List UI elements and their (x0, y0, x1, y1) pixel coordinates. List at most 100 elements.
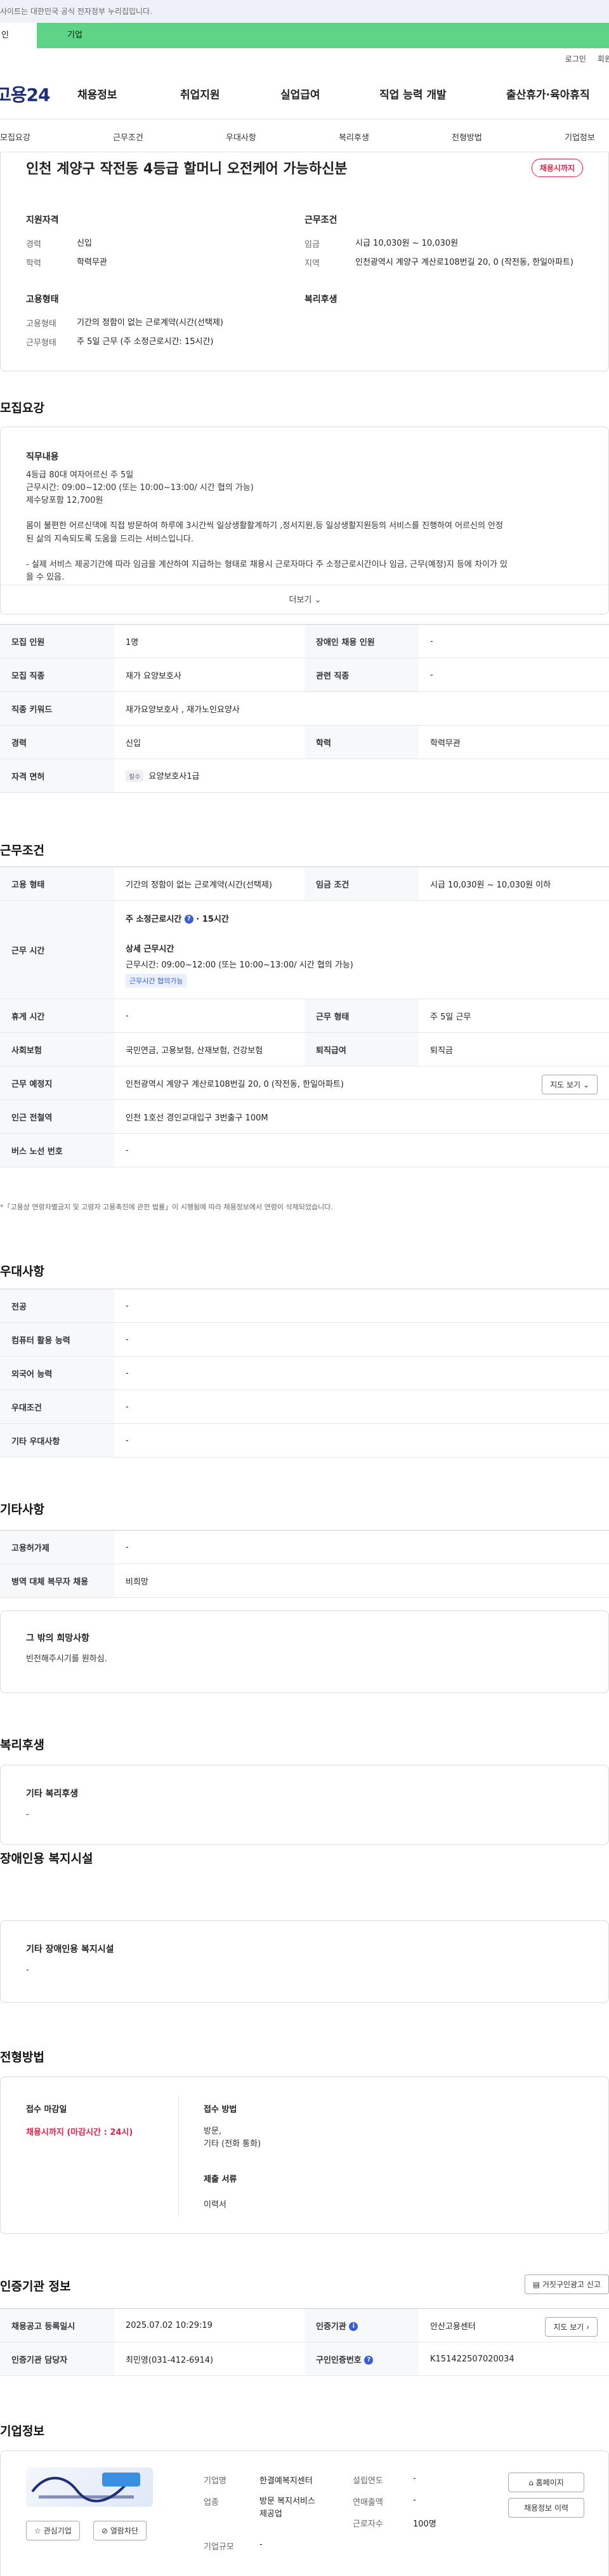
cond-label: 임금 (304, 240, 320, 249)
row-value: - (114, 1423, 609, 1457)
row-label: 경력 (0, 725, 114, 759)
divider (178, 2096, 179, 2217)
login-link[interactable]: 로그인 (565, 53, 586, 64)
duty-text: 4등급 80대 여자어르신 주 5일 근무시간: 09:00~12:00 (또는… (26, 469, 584, 584)
row-value: 비희망 (114, 1564, 609, 1598)
row-label: 관련 직종 (304, 658, 419, 692)
sales-label: 연매출액 (353, 2498, 383, 2507)
help-icon[interactable]: i (349, 2322, 358, 2331)
job-title: 인천 계양구 작전동 4등급 할머니 오전케어 가능하신분 (26, 161, 348, 177)
duty-line: - 실제 서비스 제공기간에 따라 임금을 계산하여 지급하는 형태로 채용시 … (26, 559, 508, 569)
qualification-block: 지원자격 경력 신입 학력 학력무관 (26, 213, 304, 275)
map-button[interactable]: 지도 보기 ⌄ (542, 1075, 598, 1094)
user-segment-bar: 인 기업 (0, 23, 609, 48)
gnb-item-unemployment-benefit[interactable]: 실업급여 (280, 86, 379, 102)
emp-label: 고용형태 (26, 319, 56, 329)
place-cell: 인천광역시 계양구 계산로108번길 20, 0 (작전동, 한일아파트) 지도 … (114, 1066, 609, 1100)
more-button[interactable]: 더보기 ⌄ (1, 585, 608, 614)
tab-company[interactable]: 기업정보 (565, 131, 595, 143)
section-title-welfare: 복리후생 (0, 1738, 44, 1752)
row-label: 학력 (304, 725, 419, 759)
report-button[interactable]: ▤ 거짓구인광고 신고 (524, 2274, 609, 2294)
tab-welfare[interactable]: 복리후생 (339, 131, 369, 143)
block-label: 열람차단 (110, 2526, 139, 2535)
tab-screening[interactable]: 전형방법 (452, 131, 482, 143)
size-label: 기업규모 (204, 2542, 234, 2552)
employment-block: 고용형태 고용형태 기간의 정함이 없는 근로계약(시간(선택제) 근무형태 주 5… (26, 293, 304, 354)
hope-title: 그 밖의 희망사항 (26, 1633, 89, 1643)
table-row: 자격 면허 필수 요양보호사1급 (0, 759, 609, 793)
qual-label: 경력 (26, 240, 41, 249)
row-value: K151422507020034 (419, 2342, 609, 2376)
segment-individual-tab[interactable]: 인 (0, 23, 37, 48)
size-value: - (259, 2540, 263, 2549)
status-badge: 채용시까지 (531, 158, 583, 177)
company-name-value: 한결예복지센터 (259, 2476, 313, 2486)
table-row: 근무 예정지 인천광역시 계양구 계산로108번길 20, 0 (작전동, 한일아… (0, 1066, 609, 1100)
required-chip: 필수 (126, 770, 144, 782)
global-navigation: 고용24 채용정보 취업지원 실업급여 직업 능력 개발 출산휴가·육아휴직 (0, 69, 609, 119)
section-title-disability: 장애인용 복지시설 (0, 1852, 93, 1866)
table-row: 외국어 능력 - (0, 1356, 609, 1390)
job-history-button[interactable]: 채용정보 이력 (508, 2498, 584, 2518)
help-icon[interactable]: ? (184, 915, 193, 924)
table-row: 직종 키워드 재가요양보호사 , 재가노인요양사 (0, 691, 609, 726)
industry-value: 방문 복지서비스 제공업 (259, 2495, 315, 2521)
gnb-item-employment-support[interactable]: 취업지원 (180, 86, 280, 102)
qual-value: 학력무관 (77, 257, 107, 267)
tab-preferences[interactable]: 우대사항 (226, 131, 256, 143)
method-line: 방문, (204, 2127, 222, 2136)
industry-label: 업종 (204, 2498, 219, 2507)
chevron-down-icon: ⌄ (314, 595, 322, 605)
gnb-item-parental-leave[interactable]: 출산휴가·육아휴직 (506, 86, 590, 102)
block-company-button[interactable]: ⊘ 열람차단 (93, 2521, 147, 2540)
sales-value: - (413, 2495, 416, 2505)
row-value: 1명 (114, 624, 304, 658)
method-line: 기타 (전화 통화) (204, 2139, 261, 2149)
row-label: 병역 대체 복무자 채용 (0, 1564, 114, 1598)
qual-value: 신입 (77, 239, 92, 248)
disability-item-title: 기타 장애인용 복지시설 (26, 1944, 114, 1955)
segment-business-tab[interactable]: 기업 (37, 23, 609, 48)
row-value: 2025.07.02 10:29:19 (114, 2308, 304, 2342)
row-label: 버스 노선 번호 (0, 1133, 114, 1167)
table-row: 모집 인원 1명 장애인 채용 인원 - (0, 624, 609, 658)
table-row: 모집 직종 재가 요양보호사 관련 직종 - (0, 658, 609, 692)
homepage-label: 홈페이지 (535, 2478, 564, 2487)
more-label: 더보기 (289, 595, 312, 605)
row-label: 임금 조건 (304, 866, 419, 901)
gov-notice-bar: 사이트는 대한민국 공식 전자정부 누리집입니다. (0, 0, 609, 23)
disability-card: 기타 장애인용 복지시설 - (0, 1920, 609, 2003)
section-title-recruit: 모집요강 (0, 401, 44, 415)
gnb-item-jobs[interactable]: 채용정보 (77, 86, 180, 102)
tab-recruit[interactable]: 모집요강 (0, 131, 30, 143)
site-logo[interactable]: 고용24 (0, 81, 77, 107)
table-row: 고용허가제 - (0, 1530, 609, 1564)
duty-line: 몸이 불편한 어르신댁에 직접 방문하여 하루에 3시간씩 일상생활활계하기 ,… (26, 521, 503, 531)
welfare-item-title: 기타 복리후생 (26, 1789, 79, 1799)
homepage-button[interactable]: ⌂ 홈페이지 (508, 2473, 584, 2492)
help-icon[interactable]: ? (364, 2356, 374, 2365)
table-row: 사회보험 국민연금, 고용보험, 산재보험, 건강보험 퇴직급여 퇴직금 (0, 1032, 609, 1066)
row-label: 퇴직급여 (304, 1032, 419, 1066)
row-value: - (419, 658, 609, 692)
section-title-preferences: 우대사항 (0, 1265, 44, 1278)
agency-map-button[interactable]: 지도 보기 › (545, 2317, 598, 2337)
disability-item-value: - (26, 1965, 29, 1975)
join-link[interactable]: 회원 (598, 53, 609, 64)
conditions-title: 근무조건 (304, 215, 337, 225)
row-label: 휴게 시간 (0, 999, 114, 1033)
report-label: 거짓구인광고 신고 (542, 2280, 601, 2289)
favorite-company-button[interactable]: ☆ 관심기업 (26, 2521, 80, 2540)
duty-line: 을 수 있음. (26, 572, 65, 582)
gnb-item-skills-development[interactable]: 직업 능력 개발 (379, 86, 506, 102)
row-label: 전공 (0, 1289, 114, 1323)
map-button-label: 지도 보기 (553, 2323, 584, 2332)
table-row: 휴게 시간 - 근무 형태 주 5일 근무 (0, 999, 609, 1033)
tab-work-conditions[interactable]: 근무조건 (113, 131, 143, 143)
row-label: 근무 시간 (0, 900, 114, 999)
row-label: 자격 면허 (0, 759, 114, 793)
company-card: ☆ 관심기업 ⊘ 열람차단 기업명 한결예복지센터 업종 방문 복지서비스 제공업… (0, 2450, 609, 2576)
cond-value: 인천광역시 계양구 계산로108번길 20, 0 (작전동, 한일아파트) (355, 257, 573, 267)
row-value: 재가 요양보호사 (114, 658, 304, 692)
